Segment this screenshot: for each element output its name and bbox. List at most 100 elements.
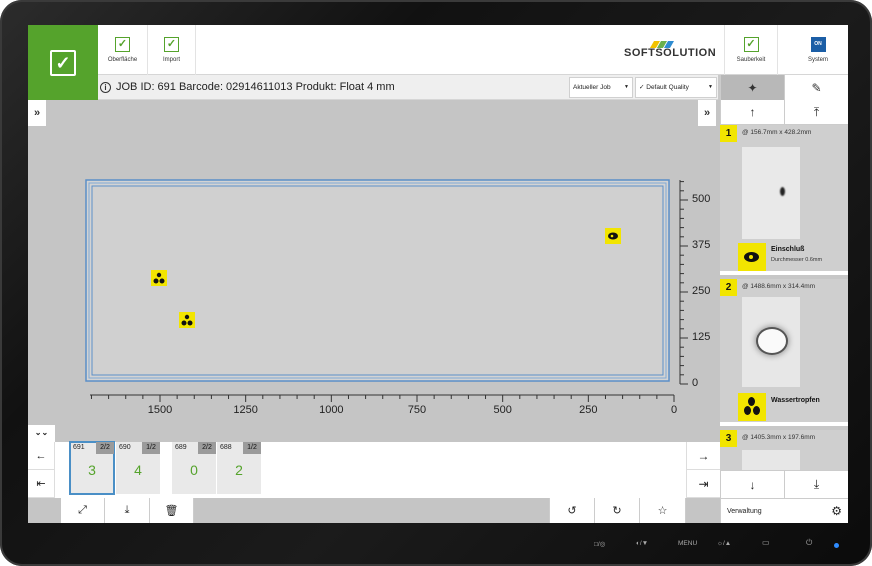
ruler-icon: ✎ [811, 80, 822, 95]
delete-button[interactable]: 🗑 [150, 498, 194, 523]
refresh-icon: ↻ [612, 505, 622, 517]
y-tick-label: 375 [692, 239, 711, 251]
x-tick-label: 1000 [319, 404, 344, 416]
job-defect-value: 4 [134, 462, 142, 478]
marker-drops-1[interactable] [151, 270, 167, 286]
system-button[interactable]: ON System [788, 25, 848, 75]
system-label: System [807, 57, 828, 63]
job-id: 691 [73, 444, 85, 451]
job-card-691[interactable]: 691 2/2 3 [69, 441, 115, 495]
surface-button[interactable]: ✓ Oberfläche [98, 25, 148, 75]
scroll-top-button[interactable]: ⤒ [784, 100, 848, 125]
defect-name: Wassertropfen [771, 397, 820, 404]
import-button[interactable]: ✓ Import [148, 25, 196, 75]
y-tick-label: 500 [692, 193, 711, 205]
job-defect-value: 3 [88, 462, 96, 478]
menu-hw-button[interactable]: MENU [678, 540, 697, 547]
x-tick-label: 1250 [233, 404, 258, 416]
sparkle-tool-button[interactable]: ✦ [720, 75, 784, 100]
x-tick-label: 1500 [147, 404, 173, 416]
caret-down-icon: ▼ [708, 84, 713, 90]
defect-coord: @ 1405.3mm x 197.6mm [742, 434, 816, 441]
defect-coord: @ 1488.6mm x 314.4mm [742, 283, 816, 290]
status-ok-tile[interactable]: ✓ [28, 25, 98, 100]
refresh-button[interactable]: ↻ [595, 498, 640, 523]
ruler-tool-button[interactable]: ✎ [784, 75, 848, 100]
job-dropdown-value: Aktueller Job [573, 84, 611, 91]
glass-plate-view[interactable]: » » 1500 1250 1000 750 500 250 0 500 375… [28, 100, 720, 440]
defect-number: 2 [720, 279, 737, 296]
collapse-button[interactable]: ⌄⌄ [28, 425, 55, 442]
arrow-up-icon: ↑ [749, 105, 756, 119]
top-toolbar: ✓ Oberfläche ✓ Import SOFTSOLUTION ✓ Sau… [28, 25, 848, 75]
favorite-button[interactable]: ☆ [640, 498, 686, 523]
quality-dropdown[interactable]: ✓ Default Quality ▼ [635, 77, 717, 98]
power-hw-icon[interactable]: ⏻ [806, 538, 812, 548]
softsolution-logo: SOFTSOLUTION [624, 33, 717, 67]
download-icon: ⤓ [124, 504, 130, 516]
history-button[interactable]: ↺ [549, 498, 595, 523]
last-job-button[interactable]: ⇥ [686, 470, 720, 498]
settings-hw-button[interactable]: ☼/▲ [717, 540, 731, 547]
marker-inclusion-3[interactable] [605, 228, 621, 244]
job-count-badge: 2/2 [96, 442, 114, 454]
defect-item-2[interactable]: 2 @ 1488.6mm x 314.4mm Wassertropfen [720, 279, 848, 426]
cleanliness-button[interactable]: ✓ Sauberkeit [724, 25, 778, 75]
star-icon: ☆ [657, 505, 668, 517]
inclusion-icon [738, 243, 766, 271]
verwaltung-bar[interactable]: Verwaltung ⚙ [720, 498, 848, 523]
scroll-down-button[interactable]: ↓ [720, 470, 784, 498]
job-card-690[interactable]: 690 1/2 4 [116, 442, 160, 494]
trash-icon: 🗑 [164, 505, 179, 517]
y-tick-label: 125 [692, 331, 711, 343]
job-id: 688 [220, 444, 232, 451]
defect-list[interactable]: 1 @ 156.7mm x 428.2mm Einschluß Durchmes… [720, 125, 848, 470]
fit-view-button[interactable]: ⤢ [61, 498, 105, 523]
job-card-689[interactable]: 689 2/2 0 [172, 442, 216, 494]
logo-text: SOFTSOLUTION [624, 47, 717, 59]
job-strip-header: ⌄⌄ [28, 425, 720, 442]
arrow-last-icon: ⇥ [698, 476, 709, 491]
job-info-text: JOB ID: 691 Barcode: 02914611013 Produkt… [116, 81, 395, 93]
caret-down-icon: ▼ [624, 84, 629, 90]
scroll-bottom-button[interactable]: ⤓ [784, 470, 848, 498]
job-count-badge: 1/2 [142, 442, 160, 454]
app-screen: ✓ Oberfläche ✓ Import SOFTSOLUTION ✓ Sau… [28, 25, 848, 523]
arrow-right-icon: → [697, 448, 710, 463]
source-hw-button[interactable]: □/◎ [594, 540, 605, 548]
job-defect-value: 2 [235, 462, 243, 478]
job-count-badge: 2/2 [198, 442, 216, 454]
power-led [834, 543, 839, 548]
job-dropdown[interactable]: Aktueller Job ▼ [569, 77, 633, 98]
download-button[interactable]: ⤓ [105, 498, 150, 523]
first-job-button[interactable]: ⇤ [28, 470, 55, 498]
job-id: 689 [175, 444, 187, 451]
defect-name: Einschluß [771, 246, 805, 253]
chevron-double-down-icon: ⌄⌄ [34, 428, 49, 437]
gear-icon[interactable]: ⚙ [831, 504, 842, 518]
brightness-hw-button[interactable]: ◐/▼ [636, 540, 648, 547]
marker-drops-2[interactable] [179, 312, 195, 328]
x-tick-label: 0 [670, 404, 678, 416]
cleanliness-label: Sauberkeit [736, 57, 766, 63]
y-tick-label: 0 [692, 377, 699, 389]
prev-job-button[interactable]: ← [28, 442, 55, 470]
defect-item-1[interactable]: 1 @ 156.7mm x 428.2mm Einschluß Durchmes… [720, 125, 848, 275]
system-on-badge: ON [810, 37, 826, 52]
defect-item-3[interactable]: 3 @ 1405.3mm x 197.6mm [720, 430, 848, 470]
display-hw-icon[interactable]: ▭ [762, 538, 770, 547]
job-info-bar: i JOB ID: 691 Barcode: 02914611013 Produ… [98, 75, 718, 100]
job-count-badge: 1/2 [243, 442, 261, 454]
defect-image [742, 147, 800, 239]
next-job-button[interactable]: → [686, 442, 720, 470]
check-icon: ✓ [50, 49, 76, 76]
x-tick-label: 500 [493, 404, 512, 416]
y-tick-label: 250 [692, 285, 711, 297]
scroll-up-button[interactable]: ↑ [720, 100, 784, 125]
water-drops-icon [738, 393, 766, 421]
x-tick-label: 750 [407, 404, 427, 416]
defect-image [742, 297, 800, 387]
job-card-688[interactable]: 688 1/2 2 [217, 442, 261, 494]
defect-coord: @ 156.7mm x 428.2mm [742, 129, 812, 136]
plate-svg [85, 179, 688, 402]
